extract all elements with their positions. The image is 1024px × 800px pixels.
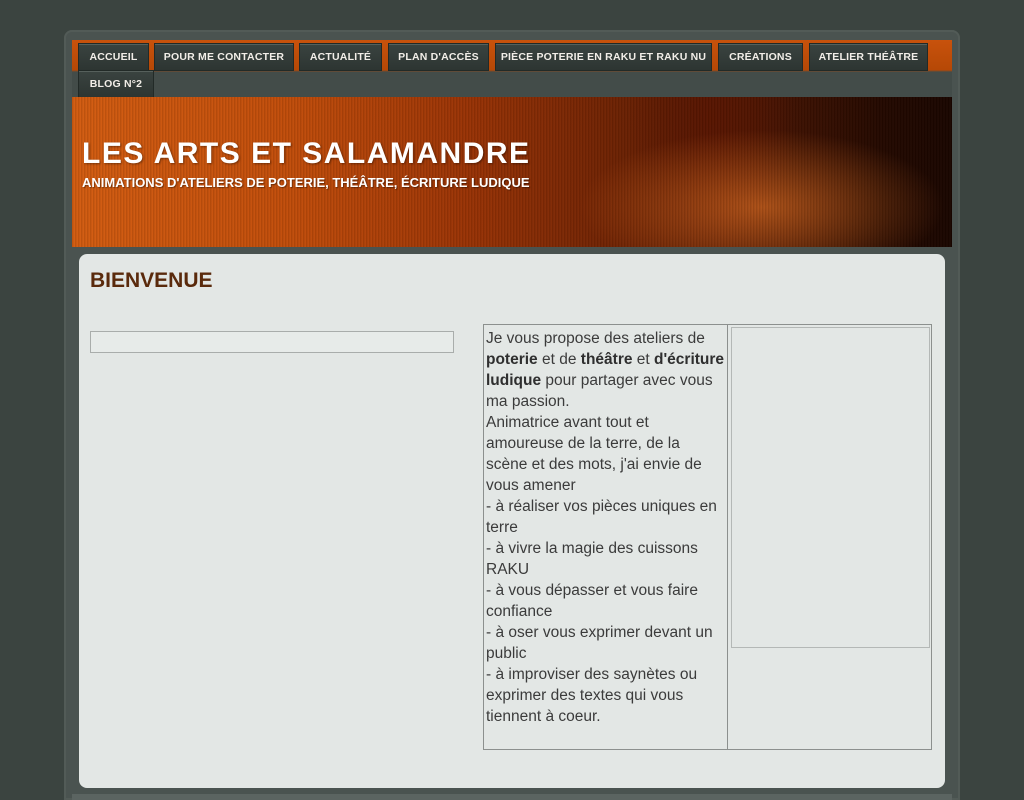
image-placeholder [731, 327, 930, 648]
nav-item-creations[interactable]: CRÉATIONS [719, 44, 802, 70]
main-nav: ACCUEIL POUR ME CONTACTER ACTUALITÉ PLAN… [72, 40, 952, 97]
list-item: - à improviser des saynètes ou exprimer … [486, 666, 698, 725]
nav-item-piece-poterie[interactable]: PIÈCE POTERIE EN RAKU ET RAKU NU [496, 44, 711, 70]
nav-item-contact[interactable]: POUR ME CONTACTER [155, 44, 293, 70]
site-title[interactable]: LES ARTS ET SALAMANDRE [82, 137, 531, 171]
nav-item-blog-2[interactable]: BLOG N°2 [79, 71, 153, 97]
image-cell [728, 325, 931, 749]
site-header-banner: LES ARTS ET SALAMANDRE ANIMATIONS D'ATEL… [72, 97, 952, 247]
footer-strip [72, 794, 952, 800]
page-title: BIENVENUE [90, 269, 213, 292]
keyword-poterie: poterie [486, 351, 538, 368]
nav-item-atelier-theatre[interactable]: ATELIER THÉÂTRE [810, 44, 927, 70]
list-item: - à vivre la magie des cuissons RAKU [486, 540, 698, 578]
empty-widget-box [90, 331, 454, 353]
content-table: Je vous propose des ateliers de poterie … [483, 324, 932, 750]
nav-item-accueil[interactable]: ACCUEIL [79, 44, 148, 70]
nav-item-plan-acces[interactable]: PLAN D'ACCÈS [389, 44, 488, 70]
intro-paragraph: Je vous propose des ateliers de poterie … [486, 330, 725, 410]
list-item: - à oser vous exprimer devant un public [486, 624, 713, 662]
animatrice-paragraph: Animatrice avant tout et amoureuse de la… [486, 414, 702, 494]
list-item: - à réaliser vos pièces uniques en terre [486, 498, 717, 536]
nav-item-actualite[interactable]: ACTUALITÉ [300, 44, 381, 70]
keyword-theatre: théâtre [580, 351, 633, 368]
intro-text-cell: Je vous propose des ateliers de poterie … [484, 325, 728, 749]
main-content: BIENVENUE Je vous propose des ateliers d… [79, 254, 945, 788]
list-item: - à vous dépasser et vous faire confianc… [486, 582, 698, 620]
site-subtitle: ANIMATIONS D'ATELIERS DE POTERIE, THÉÂTR… [82, 175, 530, 190]
